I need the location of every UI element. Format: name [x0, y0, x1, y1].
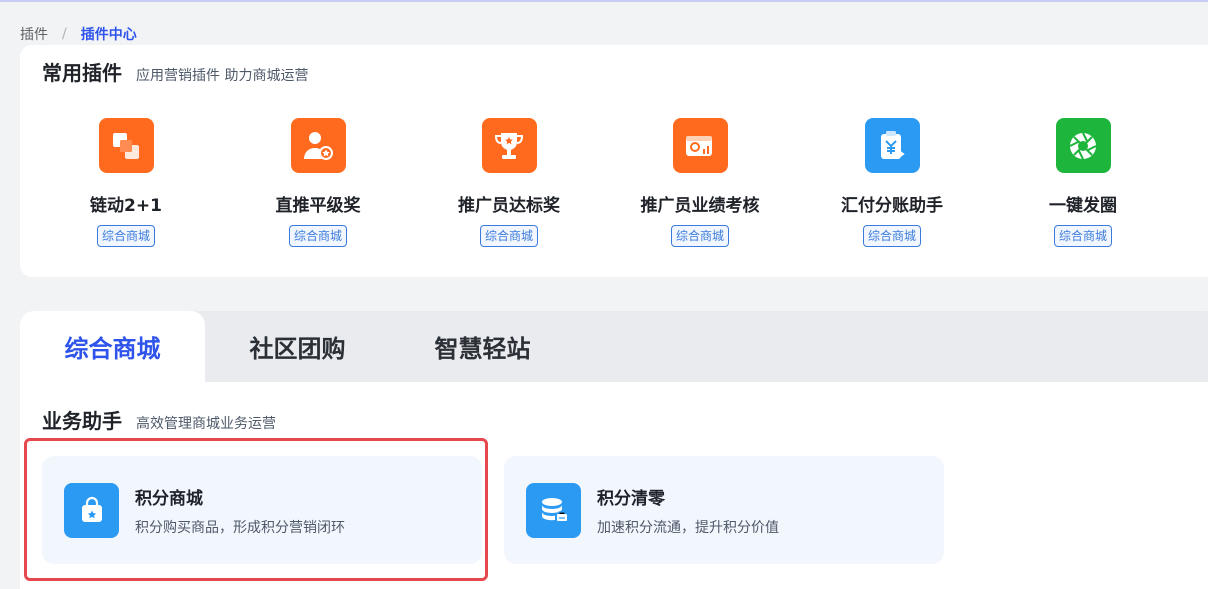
biz-name: 积分清零 [597, 488, 665, 509]
trophy-icon [481, 118, 537, 173]
mall-type-tabs: 综合商城 社区团购 智慧轻站 [20, 311, 1208, 382]
business-title: 业务助手 [42, 409, 122, 433]
business-subtitle: 高效管理商城业务运营 [136, 416, 276, 432]
plugin-huifu[interactable]: 汇付分账助手 综合商城 [817, 118, 967, 248]
business-header: 业务助手 高效管理商城业务运营 [42, 405, 276, 434]
common-plugins-card: 常用插件 应用营销插件 助力商城运营 链动2+1 综合商城 直推平级奖 综合商城… [20, 45, 1208, 277]
wallet-chart-icon [672, 118, 728, 173]
plugin-yijian-faquan[interactable]: 一键发圈 综合商城 [1008, 118, 1158, 248]
plugin-name: 链动2+1 [90, 196, 162, 216]
plugin-tag: 综合商城 [479, 225, 538, 247]
biz-jifen-shangcheng[interactable]: 积分商城 积分购买商品，形成积分营销闭环 [42, 456, 482, 564]
breadcrumb-plugins[interactable]: 插件 [20, 24, 48, 44]
biz-desc: 加速积分流通，提升积分价值 [597, 519, 779, 536]
biz-jifen-qingling[interactable]: 积分清零 加速积分流通，提升积分价值 [504, 456, 944, 564]
plugin-yeji-kaohe[interactable]: 推广员业绩考核 综合商城 [625, 118, 775, 248]
tab-zonghe-shangcheng[interactable]: 综合商城 [20, 311, 205, 382]
biz-desc: 积分购买商品，形成积分营销闭环 [135, 519, 345, 536]
plugin-tag: 综合商城 [670, 225, 729, 247]
business-assistant-card: 业务助手 高效管理商城业务运营 积分商城 积分购买商品，形成积分营销闭环 积分清… [20, 382, 1208, 589]
aperture-icon [1055, 118, 1111, 173]
tab-shequ-tuangou[interactable]: 社区团购 [205, 311, 390, 382]
plugin-name: 汇付分账助手 [841, 196, 943, 216]
tab-zhihui-qingzhan[interactable]: 智慧轻站 [390, 311, 575, 382]
user-medal-icon [290, 118, 346, 173]
plugin-tag: 综合商城 [1053, 225, 1112, 247]
plugin-tuiguang-dabiao[interactable]: 推广员达标奖 综合商城 [434, 118, 584, 248]
plugin-name: 直推平级奖 [275, 196, 361, 216]
shopping-bag-icon [64, 482, 119, 538]
common-plugins-header: 常用插件 应用营销插件 助力商城运营 [42, 57, 308, 86]
plugin-zhitui[interactable]: 直推平级奖 综合商城 [243, 118, 393, 248]
plugin-name: 推广员业绩考核 [640, 196, 760, 216]
yuan-clipboard-icon [864, 118, 920, 173]
database-clear-icon [526, 482, 581, 538]
layers-icon [98, 118, 154, 173]
top-accent-line [0, 0, 1208, 2]
plugin-tag: 综合商城 [96, 225, 155, 247]
plugin-name: 推广员达标奖 [458, 196, 560, 216]
common-plugins-title: 常用插件 [42, 61, 122, 85]
breadcrumb-current: 插件中心 [80, 27, 137, 43]
plugin-tag: 综合商城 [862, 225, 921, 247]
common-plugins-subtitle: 应用营销插件 助力商城运营 [136, 68, 309, 84]
plugin-tag: 综合商城 [288, 225, 347, 247]
breadcrumb-separator: / [62, 26, 67, 42]
plugin-name: 一键发圈 [1049, 196, 1117, 216]
plugin-liandong[interactable]: 链动2+1 综合商城 [51, 118, 201, 248]
breadcrumb: 插件 / 插件中心 [20, 23, 137, 45]
biz-name: 积分商城 [135, 488, 203, 509]
